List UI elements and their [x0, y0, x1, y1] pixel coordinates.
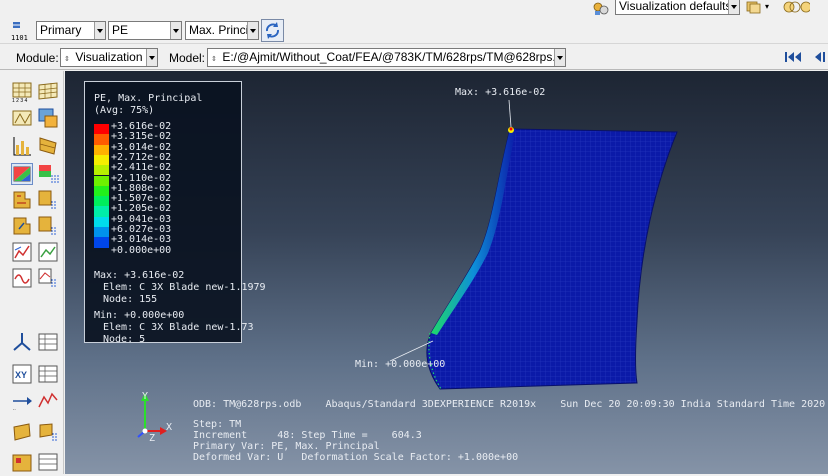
chevron-down-icon[interactable]: [170, 22, 181, 39]
contours-deformed-icon[interactable]: [37, 107, 59, 129]
deformed-var-info-line: Deformed Var: U Deformation Scale Factor…: [193, 452, 519, 463]
primary-var-info-line: Primary Var: PE, Max. Principal: [193, 441, 380, 452]
increment-info-line: Increment 48: Step Time = 604.3: [193, 430, 422, 441]
refresh-icon[interactable]: [261, 19, 284, 42]
svg-text:XY: XY: [15, 370, 27, 380]
first-frame-icon[interactable]: [784, 51, 802, 63]
view-cut-manager-icon[interactable]: [11, 331, 33, 353]
legend-swatch: [94, 196, 109, 207]
step-info-line: Step: TM: [193, 419, 242, 430]
visualization-defaults-select[interactable]: Visualization defaults: [615, 0, 740, 15]
output-variable-select[interactable]: PE: [108, 21, 182, 40]
orientation-options-icon[interactable]: [37, 215, 59, 237]
legend-averaging: (Avg: 75%): [94, 105, 155, 116]
contours-undeformed-icon[interactable]: [11, 107, 33, 129]
animate-time-history-icon[interactable]: [37, 241, 59, 263]
layer-icon[interactable]: [745, 0, 763, 14]
query-icon[interactable]: [11, 421, 33, 443]
triad-x-label: X: [166, 422, 173, 433]
module-label: Module:: [16, 51, 59, 65]
module-value: Visualization: [75, 50, 143, 64]
legend-swatch: [94, 227, 109, 238]
module-select[interactable]: ⇕ Visualization: [60, 48, 158, 67]
plot-state-icon[interactable]: [11, 135, 33, 157]
visualization-defaults-value: Visualization defaults: [619, 0, 732, 13]
step-frame-select[interactable]: Primary: [36, 21, 106, 40]
svg-text:1 2 3 4: 1 2 3 4: [12, 98, 28, 103]
legend-min-value: Min: +0.000e+00: [94, 310, 185, 321]
legend-max-element: Elem: C 3X Blade new-1.1979: [103, 282, 266, 293]
min-value-label: Min: +0.000e+00: [355, 359, 446, 370]
chevron-down-icon[interactable]: ▾: [765, 2, 769, 11]
legend-swatch: [94, 134, 109, 145]
animate-harmonic-icon[interactable]: [11, 267, 33, 289]
triad-z-label: Z: [149, 433, 156, 444]
legend-max-node: Node: 155: [103, 294, 158, 305]
plot-contours-icon[interactable]: [11, 163, 33, 185]
field-output-icon[interactable]: 1101: [10, 20, 34, 42]
symbol-options-icon[interactable]: [37, 189, 59, 211]
chevron-down-icon[interactable]: [146, 49, 157, 66]
svg-text:..: ..: [13, 406, 16, 411]
step-frame-value: Primary: [40, 23, 82, 37]
viewport[interactable]: Max: +3.616e-02 Min: +0.000e+00 PE, Max.…: [65, 71, 828, 474]
model-select[interactable]: ⇕ E:/@Ajmit/Without_Coat/FEA/@783K/TM/62…: [207, 48, 566, 67]
xy-plot-icon[interactable]: [37, 389, 59, 411]
query-options-icon[interactable]: [37, 421, 59, 443]
legend-title: PE, Max. Principal: [94, 93, 203, 104]
chevron-down-icon[interactable]: [247, 22, 258, 39]
component-value: Max. Princip: [189, 23, 256, 37]
material-orientation-icon[interactable]: [11, 215, 33, 237]
legend-min-element: Elem: C 3X Blade new-1.73: [103, 322, 254, 333]
animate-scale-factor-icon[interactable]: [11, 241, 33, 263]
deformed-shape-icon[interactable]: [37, 81, 59, 103]
contour-legend: PE, Max. Principal (Avg: 75%) +3.616e-02…: [84, 81, 266, 345]
chevron-down-icon[interactable]: [94, 22, 105, 39]
legend-swatch: [94, 216, 109, 227]
chevron-down-icon[interactable]: [728, 0, 739, 14]
legend-swatch: [94, 206, 109, 217]
chevron-down-icon[interactable]: [554, 49, 565, 66]
spinner-icon[interactable]: ⇕: [211, 51, 219, 66]
report-icon[interactable]: [11, 451, 33, 473]
context-bar: Module: ⇕ Visualization Model: ⇕ E:/@Ajm…: [0, 45, 828, 70]
symbol-plot-icon[interactable]: [11, 189, 33, 211]
legend-swatch: [94, 144, 109, 155]
plot-deformed-icon[interactable]: [37, 135, 59, 157]
legend-value: +0.000e+00: [111, 244, 172, 256]
create-display-group-icon[interactable]: [37, 331, 59, 353]
legend-min-node: Node: 5: [103, 334, 146, 345]
create-xy-data-icon[interactable]: XY: [11, 363, 33, 385]
legend-swatch: [94, 154, 109, 166]
legend-swatch: [94, 175, 109, 186]
legend-swatch: [94, 185, 109, 197]
contour-options-icon[interactable]: [37, 163, 59, 185]
animation-options-icon[interactable]: [37, 267, 59, 289]
spinner-icon[interactable]: ⇕: [64, 51, 72, 66]
triad-y-label: Y: [142, 391, 149, 402]
model-value: E:/@Ajmit/Without_Coat/FEA/@783K/TM/628r…: [222, 50, 566, 64]
output-variable-value: PE: [112, 23, 129, 37]
component-select[interactable]: Max. Princip: [185, 21, 259, 40]
previous-frame-icon[interactable]: [812, 51, 826, 63]
legend-swatch: [94, 165, 109, 176]
legend-swatch: [94, 124, 109, 135]
svg-text:1101: 1101: [11, 34, 28, 42]
top-toolbar: Visualization defaults ▾: [0, 0, 828, 18]
visualization-defaults-icon[interactable]: [592, 1, 612, 16]
view-cut-icon[interactable]: [782, 0, 810, 14]
model-label: Model:: [169, 51, 206, 65]
report-options-icon[interactable]: [37, 451, 59, 473]
toolbox: 1 2 3 4 XY ..: [0, 71, 64, 474]
path-plot-icon[interactable]: ..: [11, 389, 33, 412]
max-value-label: Max: +3.616e-02: [455, 87, 546, 98]
field-output-toolbar: 1101 Primary PE Max. Princip: [0, 18, 828, 44]
legend-swatch: [94, 237, 109, 248]
odb-info-line: ODB: TM@628rps.odb Abaqus/Standard 3DEXP…: [193, 399, 826, 410]
undeformed-shape-icon[interactable]: 1 2 3 4: [11, 81, 33, 104]
xy-data-manager-icon[interactable]: [37, 363, 59, 385]
legend-max-value: Max: +3.616e-02: [94, 270, 185, 281]
